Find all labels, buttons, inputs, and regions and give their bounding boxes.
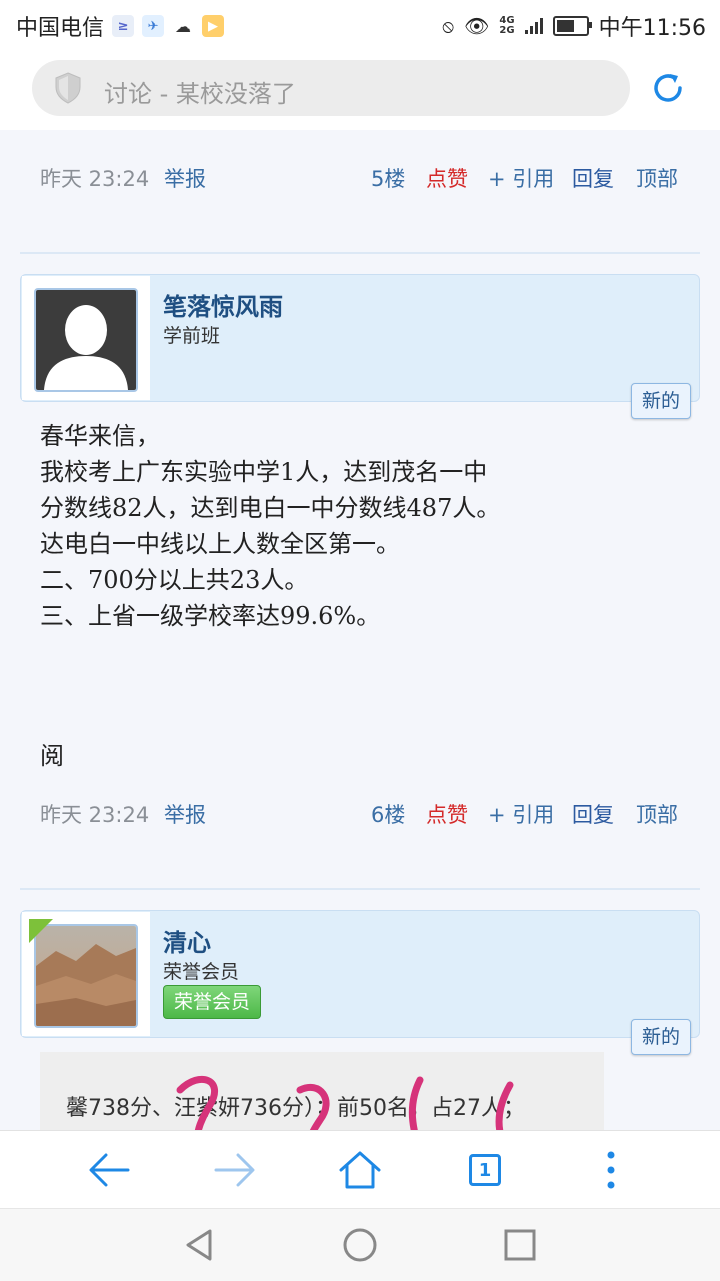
post-line: 二、700分以上共23人。 xyxy=(40,566,309,594)
quote-link[interactable]: + 引用 xyxy=(488,799,554,829)
address-bar: 讨论 - 某校没落了 xyxy=(0,50,720,130)
network-2g: 2G xyxy=(499,25,515,36)
vibrate-icon: ⦸ xyxy=(442,15,455,37)
arrow-left-icon xyxy=(89,1153,130,1187)
carrier-label: 中国电信 xyxy=(16,16,105,41)
floor-number: 5楼 xyxy=(371,167,406,191)
report-link[interactable]: 举报 xyxy=(164,163,206,193)
more-vertical-icon xyxy=(607,1151,615,1189)
url-text: 讨论 - 某校没落了 xyxy=(104,80,296,108)
menu-button[interactable] xyxy=(586,1145,636,1195)
browser-toolbar: 1 xyxy=(0,1130,720,1209)
author-card: 清心 荣誉会员 荣誉会员 新的 xyxy=(20,910,700,1055)
nav-recents-icon[interactable] xyxy=(500,1225,540,1265)
app-notification-icon: ≥ xyxy=(112,15,135,37)
top-link[interactable]: 顶部 xyxy=(636,163,678,193)
home-icon xyxy=(339,1151,381,1189)
honor-badge: 荣誉会员 xyxy=(163,985,262,1019)
back-button[interactable] xyxy=(84,1145,134,1195)
post-time: 昨天 23:24 xyxy=(40,167,150,191)
avatar[interactable] xyxy=(34,288,138,392)
cloud-download-icon: ☁ xyxy=(172,15,195,37)
shield-icon xyxy=(55,72,81,104)
eye-comfort-icon: 👁 xyxy=(464,14,490,38)
post-line: 三、上省一级学校率达99.6%。 xyxy=(40,602,381,630)
media-notification-icon: ▶ xyxy=(202,15,225,37)
nav-home-icon[interactable] xyxy=(340,1225,380,1265)
default-user-icon xyxy=(36,290,136,390)
vip-corner-icon xyxy=(29,919,53,943)
reply-link[interactable]: 回复 xyxy=(572,163,614,193)
post-divider xyxy=(20,888,700,890)
thread-content: 昨天 23:24 举报 5楼 点赞 + 引用 回复 顶部 笔落惊风雨 学前班 新… xyxy=(0,130,720,1130)
avatar-frame xyxy=(22,276,150,400)
system-nav-bar xyxy=(0,1208,720,1281)
url-field[interactable]: 讨论 - 某校没落了 xyxy=(32,60,630,116)
reload-icon[interactable] xyxy=(648,68,688,108)
post-actions: 昨天 23:24 举报 6楼 点赞 + 引用 回复 顶部 xyxy=(40,799,680,831)
reply-link[interactable]: 回复 xyxy=(572,799,614,829)
tabs-button[interactable]: 1 xyxy=(460,1145,510,1195)
forward-button[interactable] xyxy=(210,1145,260,1195)
status-bar: 中国电信 ≥ ✈ ☁ ▶ ⦸ 👁 4G 2G 中午11:56 xyxy=(0,0,720,50)
author-rank: 学前班 xyxy=(163,325,221,347)
post-line: 分数线82人，达到电白一中分数线487人。 xyxy=(40,494,501,522)
tabs-count: 1 xyxy=(469,1154,501,1186)
post-body: 春华来信， 我校考上广东实验中学1人，达到茂名一中 分数线82人，达到电白一中分… xyxy=(40,418,500,634)
home-button[interactable] xyxy=(335,1145,385,1195)
post-tail: 阅 xyxy=(40,742,64,770)
plane-notification-icon: ✈ xyxy=(142,15,165,37)
quote-link[interactable]: + 引用 xyxy=(488,163,554,193)
author-rank: 荣誉会员 xyxy=(163,961,240,983)
author-card: 笔落惊风雨 学前班 新的 xyxy=(20,274,700,419)
clock: 中午11:56 xyxy=(598,16,706,41)
post-line: 春华来信， xyxy=(40,422,160,450)
arrow-right-icon xyxy=(214,1153,255,1187)
post-line: 我校考上广东实验中学1人，达到茂名一中 xyxy=(40,458,488,486)
new-badge: 新的 xyxy=(630,1019,691,1055)
post-actions: 昨天 23:24 举报 5楼 点赞 + 引用 回复 顶部 xyxy=(40,163,680,195)
top-link[interactable]: 顶部 xyxy=(636,799,678,829)
post-time: 昨天 23:24 xyxy=(40,803,150,827)
report-link[interactable]: 举报 xyxy=(164,799,206,829)
signal-icon xyxy=(524,18,543,34)
post-divider xyxy=(20,252,700,254)
like-link[interactable]: 点赞 xyxy=(426,163,468,193)
new-badge: 新的 xyxy=(630,383,691,419)
nav-back-icon[interactable] xyxy=(180,1225,220,1265)
handwriting-scribble-icon xyxy=(176,1075,514,1130)
battery-icon xyxy=(552,16,592,36)
floor-number: 6楼 xyxy=(371,803,406,827)
post-line: 达电白一中线以上人数全区第一。 xyxy=(40,530,400,558)
author-name[interactable]: 笔落惊风雨 xyxy=(163,287,283,322)
author-name[interactable]: 清心 xyxy=(163,923,211,958)
like-link[interactable]: 点赞 xyxy=(426,799,468,829)
